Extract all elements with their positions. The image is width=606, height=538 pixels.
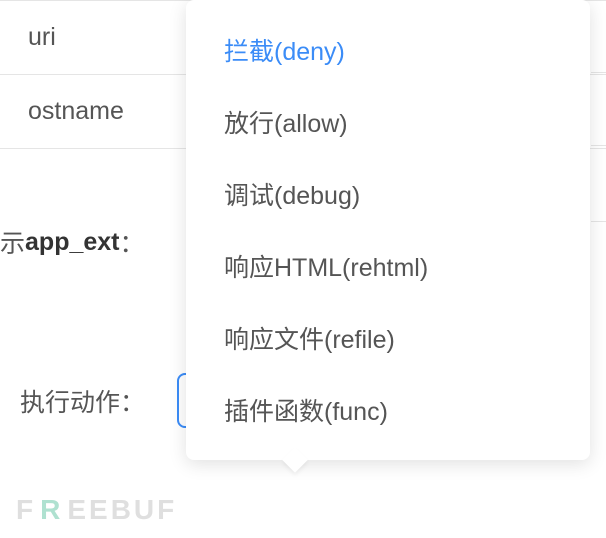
dropdown-option-func[interactable]: 插件函数(func) [186,374,590,446]
dropdown-option-refile[interactable]: 响应文件(refile) [186,302,590,374]
watermark: FREEBUF [16,494,177,526]
app-ext-prefix: 示 [0,224,25,260]
dropdown-option-rehtml[interactable]: 响应HTML(rehtml) [186,230,590,302]
dropdown-option-allow[interactable]: 放行(allow) [186,86,590,158]
dropdown-tail [282,447,307,472]
action-dropdown: 拦截(deny) 放行(allow) 调试(debug) 响应HTML(reht… [186,0,590,460]
row-label: ostname [28,97,124,125]
dropdown-option-deny[interactable]: 拦截(deny) [186,14,590,86]
app-ext-colon: ： [120,224,145,260]
dropdown-option-debug[interactable]: 调试(debug) [186,158,590,230]
action-label: 执行动作： [20,383,145,419]
app-ext-bold: app_ext [25,228,119,257]
row-label: uri [28,23,56,51]
